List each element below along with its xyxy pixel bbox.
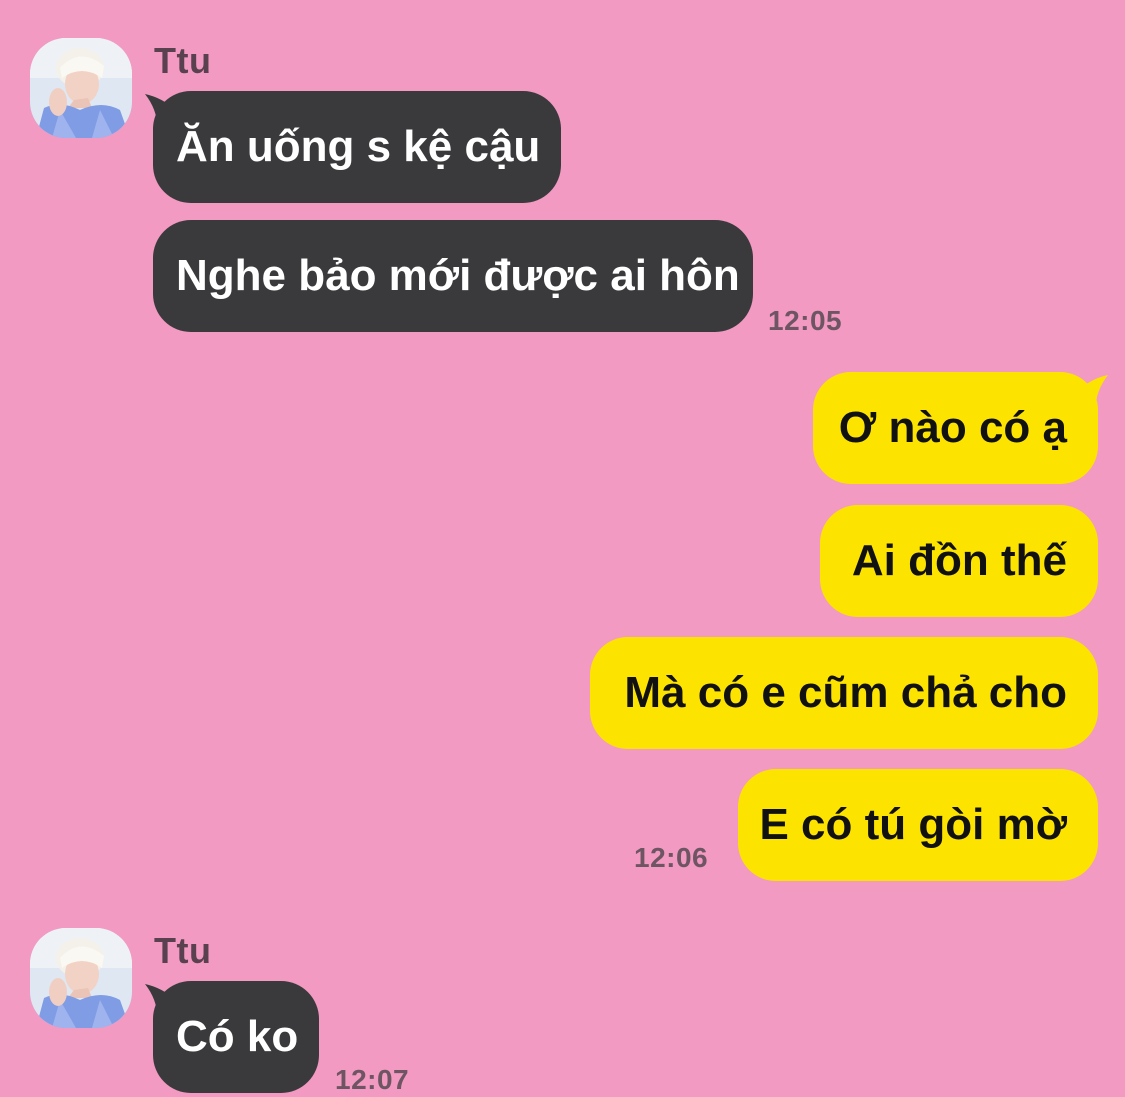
message-timestamp: 12:06 bbox=[634, 842, 709, 873]
message-text: Có ko bbox=[176, 1012, 299, 1061]
sender-avatar[interactable] bbox=[30, 38, 132, 138]
message-text: Ai đồn thế bbox=[851, 536, 1067, 585]
incoming-message-bubble[interactable]: Nghe bảo mới được ai hôn bbox=[153, 220, 753, 332]
sender-avatar[interactable] bbox=[30, 928, 132, 1028]
outgoing-message-bubble[interactable]: Ai đồn thế bbox=[820, 505, 1098, 617]
message-text: Ơ nào có ạ bbox=[838, 403, 1067, 452]
outgoing-message-bubble[interactable]: Mà có e cũm chả cho bbox=[590, 637, 1098, 749]
message-timestamp: 12:05 bbox=[768, 305, 843, 336]
outgoing-message-bubble[interactable]: Ơ nào có ạ bbox=[813, 372, 1098, 484]
message-text: Mà có e cũm chả cho bbox=[624, 668, 1067, 717]
incoming-message-bubble[interactable]: Có ko bbox=[153, 981, 319, 1093]
message-timestamp: 12:07 bbox=[335, 1064, 410, 1095]
avatar-photo-icon bbox=[30, 38, 132, 138]
outgoing-message-bubble[interactable]: E có tú gòi mờ bbox=[738, 769, 1098, 881]
avatar-photo-icon bbox=[30, 928, 132, 1028]
message-text: E có tú gòi mờ bbox=[759, 800, 1067, 849]
incoming-message-bubble[interactable]: Ăn uống s kệ cậu bbox=[153, 91, 561, 203]
message-text: Nghe bảo mới được ai hôn bbox=[176, 251, 740, 300]
sender-name: Ttu bbox=[154, 930, 212, 971]
sender-name: Ttu bbox=[154, 40, 212, 81]
chat-thread[interactable]: Ttu Ăn uống s kệ cậu Nghe bảo mới được a… bbox=[0, 0, 1125, 1097]
message-text: Ăn uống s kệ cậu bbox=[176, 122, 541, 171]
